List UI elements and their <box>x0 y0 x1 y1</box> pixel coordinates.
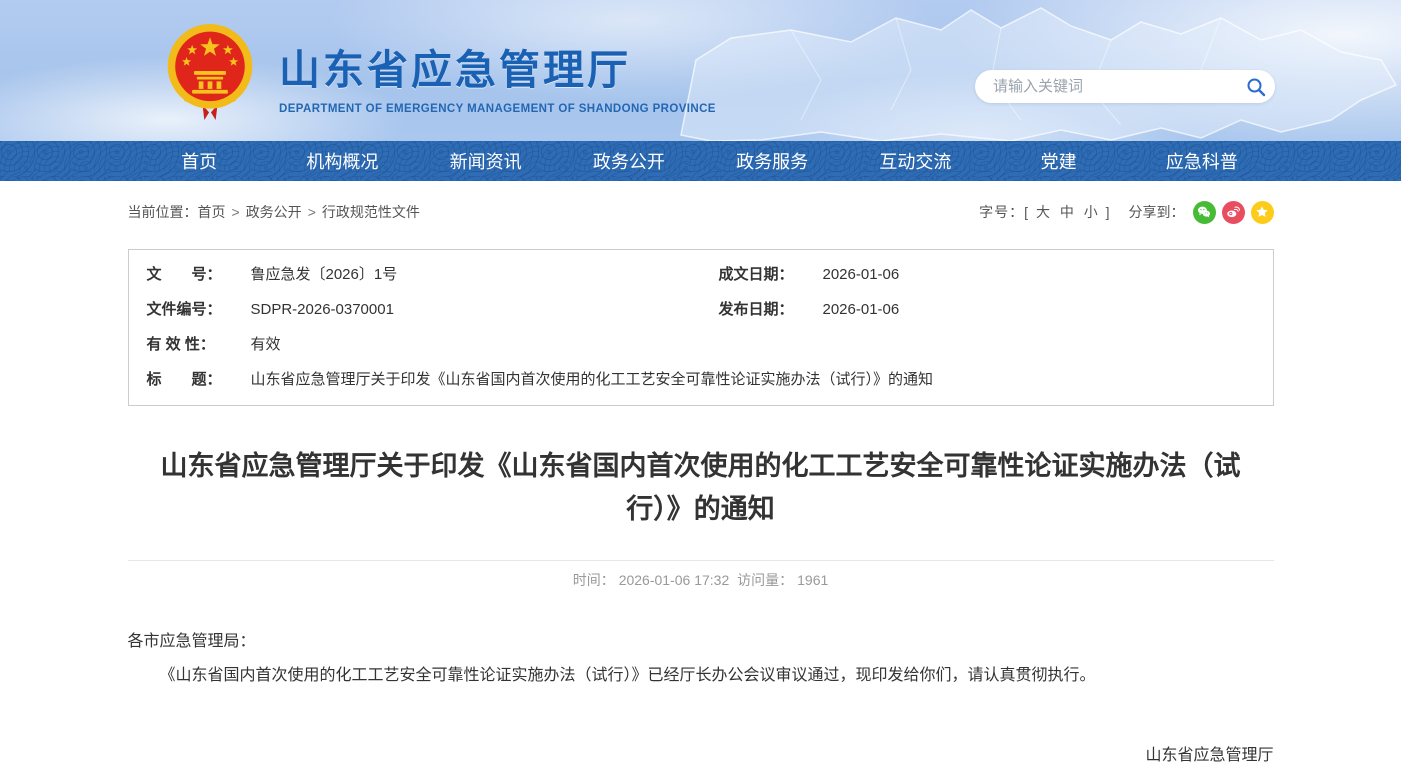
share-qzone-button[interactable] <box>1251 201 1274 224</box>
site-brand[interactable]: 山东省应急管理厅 DEPARTMENT OF EMERGENCY MANAGEM… <box>163 22 716 122</box>
meta-written-date-value: 2026-01-06 <box>823 264 900 285</box>
page-content: 当前位置：首页 > 政务公开 > 行政规范性文件 字号：[ 大 中 小 ] 分享到： <box>128 198 1274 774</box>
fontsize-large-button[interactable]: 大 <box>1036 204 1051 220</box>
fontsize-control: 字号：[ 大 中 小 ] <box>979 202 1110 222</box>
meta-row: 有 效 性： 有效 <box>129 327 1273 362</box>
meta-file-no-label: 文件编号： <box>147 299 229 320</box>
visits-value: 1961 <box>797 572 828 588</box>
meta-row: 文 号： 鲁应急发〔2026〕1号 成文日期： 2026-01-06 <box>129 257 1273 292</box>
article-toolbar: 字号：[ 大 中 小 ] 分享到： <box>979 201 1273 224</box>
breadcrumb-link-home[interactable]: 首页 <box>198 204 226 220</box>
search-button[interactable] <box>1237 70 1275 103</box>
site-title: 山东省应急管理厅 <box>279 36 716 96</box>
search-icon <box>1246 77 1266 97</box>
article-salutation: 各市应急管理局： <box>128 629 1274 655</box>
fontsize-prefix: 字号：[ <box>979 204 1029 220</box>
meta-publish-date-value: 2026-01-06 <box>823 299 900 320</box>
meta-validity-value: 有效 <box>251 334 281 355</box>
nav-inner: 首页 机构概况 新闻资讯 政务公开 政务服务 互动交流 党建 应急科普 <box>128 141 1274 181</box>
nav-item-party-building[interactable]: 党建 <box>987 141 1130 181</box>
nav-item-organization[interactable]: 机构概况 <box>271 141 414 181</box>
time-value: 2026-01-06 17:32 <box>619 572 730 588</box>
meta-doc-no-label: 文 号： <box>147 264 229 285</box>
article-title: 山东省应急管理厅关于印发《山东省国内首次使用的化工工艺安全可靠性论证实施办法（试… <box>149 445 1253 531</box>
nav-item-news[interactable]: 新闻资讯 <box>414 141 557 181</box>
breadcrumb-link-gov-info[interactable]: 政务公开 <box>246 204 302 220</box>
meta-title: 标 题： 山东省应急管理厅关于印发《山东省国内首次使用的化工工艺安全可靠性论证实… <box>129 369 1273 390</box>
title-divider <box>128 560 1274 561</box>
site-header: 山东省应急管理厅 DEPARTMENT OF EMERGENCY MANAGEM… <box>0 0 1401 141</box>
nav-item-interaction[interactable]: 互动交流 <box>844 141 987 181</box>
article-body: 各市应急管理局： 《山东省国内首次使用的化工工艺安全可靠性论证实施办法（试行）》… <box>128 629 1274 774</box>
brand-text: 山东省应急管理厅 DEPARTMENT OF EMERGENCY MANAGEM… <box>279 30 716 115</box>
nav-item-emergency-science[interactable]: 应急科普 <box>1130 141 1273 181</box>
meta-file-no-value: SDPR-2026-0370001 <box>251 299 394 320</box>
signature-agency: 山东省应急管理厅 <box>128 743 1274 769</box>
breadcrumb-toolbar-row: 当前位置：首页 > 政务公开 > 行政规范性文件 字号：[ 大 中 小 ] 分享到： <box>128 198 1274 226</box>
article-signature-block: 山东省应急管理厅 2026年1月6日 <box>128 743 1274 774</box>
breadcrumb-separator: > <box>232 204 240 220</box>
national-emblem-logo <box>163 22 257 122</box>
article-paragraph: 《山东省国内首次使用的化工工艺安全可靠性论证实施办法（试行）》已经厅长办公会议审… <box>128 663 1274 689</box>
meta-row: 文件编号： SDPR-2026-0370001 发布日期： 2026-01-06 <box>129 292 1273 327</box>
search-box[interactable] <box>975 70 1275 103</box>
meta-validity-label: 有 效 性： <box>147 334 229 355</box>
meta-written-date: 成文日期： 2026-01-06 <box>701 264 1273 285</box>
breadcrumb-prefix: 当前位置： <box>128 204 198 220</box>
site-subtitle: DEPARTMENT OF EMERGENCY MANAGEMENT OF SH… <box>279 103 716 115</box>
wechat-icon <box>1197 205 1211 219</box>
meta-doc-no-value: 鲁应急发〔2026〕1号 <box>251 264 398 285</box>
article-time-row: 时间：2026-01-06 17:32 访问量：1961 <box>128 570 1274 590</box>
meta-doc-no: 文 号： 鲁应急发〔2026〕1号 <box>129 264 701 285</box>
share-weibo-button[interactable] <box>1222 201 1245 224</box>
fontsize-small-button[interactable]: 小 <box>1084 204 1099 220</box>
share-label: 分享到： <box>1129 202 1185 222</box>
weibo-icon <box>1226 205 1240 219</box>
meta-file-no: 文件编号： SDPR-2026-0370001 <box>129 299 701 320</box>
share-icons <box>1187 201 1274 224</box>
breadcrumb: 当前位置：首页 > 政务公开 > 行政规范性文件 <box>128 202 420 222</box>
fontsize-suffix: ] <box>1106 204 1111 220</box>
nav-item-gov-services[interactable]: 政务服务 <box>701 141 844 181</box>
main-navbar: 首页 机构概况 新闻资讯 政务公开 政务服务 互动交流 党建 应急科普 <box>0 141 1401 181</box>
nav-item-home[interactable]: 首页 <box>128 141 271 181</box>
qzone-star-icon <box>1255 205 1269 219</box>
breadcrumb-link-regulatory-docs[interactable]: 行政规范性文件 <box>322 204 420 220</box>
meta-validity: 有 效 性： 有效 <box>129 334 1273 355</box>
search-input[interactable] <box>975 78 1237 95</box>
meta-publish-date: 发布日期： 2026-01-06 <box>701 299 1273 320</box>
meta-title-value: 山东省应急管理厅关于印发《山东省国内首次使用的化工工艺安全可靠性论证实施办法（试… <box>251 369 934 390</box>
meta-written-date-label: 成文日期： <box>719 264 801 285</box>
meta-title-label: 标 题： <box>147 369 229 390</box>
meta-row: 标 题： 山东省应急管理厅关于印发《山东省国内首次使用的化工工艺安全可靠性论证实… <box>129 362 1273 397</box>
visits-label: 访问量： <box>737 572 793 588</box>
time-label: 时间： <box>573 572 615 588</box>
breadcrumb-separator: > <box>308 204 316 220</box>
fontsize-medium-button[interactable]: 中 <box>1060 204 1075 220</box>
document-meta-box: 文 号： 鲁应急发〔2026〕1号 成文日期： 2026-01-06 文件编号：… <box>128 249 1274 406</box>
share-wechat-button[interactable] <box>1193 201 1216 224</box>
meta-publish-date-label: 发布日期： <box>719 299 801 320</box>
nav-item-gov-info[interactable]: 政务公开 <box>557 141 700 181</box>
